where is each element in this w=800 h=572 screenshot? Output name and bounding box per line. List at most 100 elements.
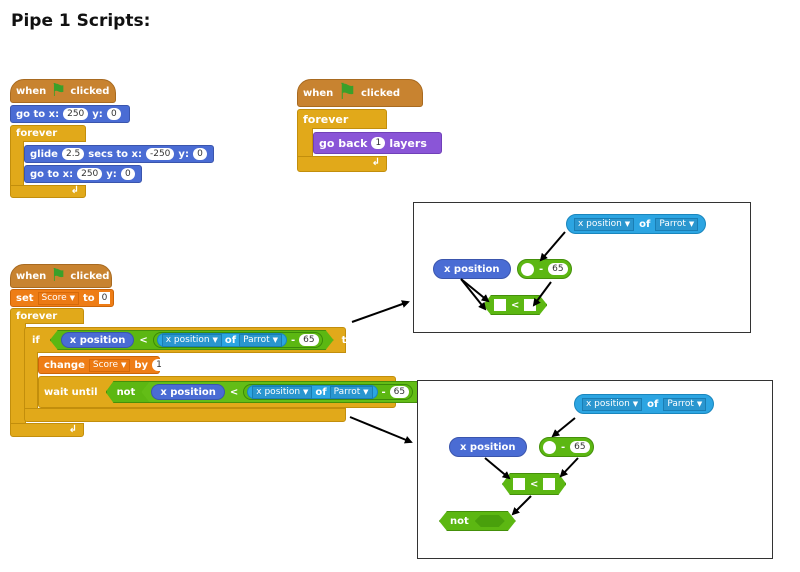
sprite-value: Parrot	[333, 386, 361, 397]
forever-label: forever	[303, 112, 349, 126]
minus-operator[interactable]: - 65	[539, 437, 594, 457]
x-position-reporter[interactable]: x position	[449, 437, 527, 457]
sprite-dropdown[interactable]: Parrot ▼	[239, 334, 282, 347]
wait-until-label: wait until	[44, 386, 98, 398]
when-flag-clicked-hat[interactable]: when ⚑ clicked	[297, 79, 423, 107]
attribute-of-sensing-block[interactable]: x position ▼ of Parrot ▼	[574, 394, 715, 414]
less-than-symbol: <	[229, 386, 239, 398]
value-input[interactable]: 1	[152, 359, 167, 371]
dropdown-arrow-icon: ▼	[688, 219, 695, 228]
if-then-block[interactable]: if x position < x position ▼ of Parrot ▼…	[24, 327, 367, 353]
x-input[interactable]: 250	[63, 108, 89, 120]
y-input[interactable]: 0	[120, 168, 135, 180]
if-bottom	[24, 408, 346, 422]
green-flag-icon: ⚑	[337, 80, 357, 105]
x-position-reporter[interactable]: x position	[433, 259, 511, 279]
when-flag-clicked-hat[interactable]: when ⚑ clicked	[10, 79, 116, 103]
when-label: when	[16, 270, 47, 282]
x-input[interactable]: 250	[77, 168, 103, 180]
y-input[interactable]: 0	[106, 108, 121, 120]
value-input[interactable]: 0	[98, 292, 111, 304]
minus-value-input[interactable]: 65	[390, 386, 409, 398]
empty-number-slot[interactable]	[543, 440, 556, 454]
attribute-dropdown[interactable]: x position ▼	[252, 386, 312, 399]
dropdown-arrow-icon: ▼	[624, 219, 631, 228]
not-operator[interactable]: not x position < x position ▼ of Parrot …	[106, 381, 435, 403]
less-than-symbol: <	[139, 334, 148, 346]
go-to-xy-block-2[interactable]: go to x: 250 y: 0	[24, 165, 142, 183]
attribute-value: x position	[586, 398, 630, 409]
less-than-operator[interactable]: x position < x position ▼ of Parrot ▼ - …	[50, 330, 334, 350]
attribute-of-sensing-block[interactable]: x position ▼ of Parrot ▼	[247, 385, 377, 399]
clicked-label: clicked	[70, 85, 110, 97]
set-label: set	[16, 292, 34, 304]
forever-bottom: ↲	[10, 185, 86, 198]
minus-symbol: -	[381, 386, 386, 398]
minus-value-input[interactable]: 65	[299, 334, 318, 346]
sprite-value: Parrot	[659, 218, 686, 229]
wait-until-block[interactable]: wait until not x position < x position ▼…	[38, 376, 396, 408]
of-label: of	[315, 386, 327, 398]
attribute-of-sensing-block[interactable]: x position ▼ of Parrot ▼	[566, 214, 707, 234]
empty-right-slot[interactable]	[543, 478, 555, 490]
forever-block[interactable]: forever	[10, 125, 86, 142]
sprite-dropdown[interactable]: Parrot ▼	[663, 397, 707, 411]
less-than-symbol: <	[511, 299, 520, 311]
clicked-label: clicked	[361, 87, 401, 99]
sprite-dropdown[interactable]: Parrot ▼	[330, 386, 373, 399]
empty-right-slot[interactable]	[524, 299, 536, 311]
when-flag-clicked-hat[interactable]: when ⚑ clicked	[10, 264, 112, 288]
by-label: by	[134, 359, 149, 371]
empty-boolean-slot[interactable]	[475, 515, 505, 527]
layers-input[interactable]: 1	[371, 137, 386, 149]
forever-block[interactable]: forever	[10, 308, 84, 324]
attribute-dropdown[interactable]: x position ▼	[162, 334, 222, 347]
minus-operator[interactable]: - 65	[517, 259, 572, 279]
sprite-dropdown[interactable]: Parrot ▼	[655, 217, 699, 231]
minus-operator[interactable]: x position ▼ of Parrot ▼ - 65	[153, 332, 323, 348]
go-to-label: go to x:	[16, 108, 60, 120]
less-than-operator[interactable]: x position < x position ▼ of Parrot ▼ - …	[141, 382, 423, 402]
forever-bottom: ↲	[297, 156, 387, 172]
glide-block[interactable]: glide 2.5 secs to x: -250 y: 0	[24, 145, 214, 163]
forever-arm	[297, 128, 313, 158]
forever-arm	[10, 141, 24, 187]
x-position-reporter[interactable]: x position	[61, 332, 135, 348]
attribute-of-sensing-block[interactable]: x position ▼ of Parrot ▼	[157, 333, 287, 347]
set-variable-block[interactable]: set Score ▼ to 0	[10, 289, 114, 307]
less-than-operator[interactable]: <	[502, 473, 566, 495]
minus-operator[interactable]: x position ▼ of Parrot ▼ - 65	[243, 384, 413, 400]
of-label: of	[639, 218, 651, 230]
empty-left-slot[interactable]	[494, 299, 506, 311]
x-position-reporter[interactable]: x position	[151, 384, 225, 400]
dropdown-arrow-icon: ▼	[69, 293, 75, 302]
attribute-dropdown[interactable]: x position ▼	[582, 397, 643, 411]
minus-value-input[interactable]: 65	[570, 441, 590, 453]
go-to-xy-block[interactable]: go to x: 250 y: 0	[10, 105, 130, 123]
go-back-layers-block[interactable]: go back 1 layers	[313, 132, 442, 154]
y-label: y:	[106, 168, 117, 180]
forever-bottom: ↲	[10, 423, 84, 437]
attribute-value: x position	[165, 334, 210, 345]
go-back-label: go back	[319, 136, 368, 150]
y-input[interactable]: 0	[192, 148, 207, 160]
empty-left-slot[interactable]	[513, 478, 525, 490]
minus-symbol: -	[561, 441, 566, 453]
y-label: y:	[92, 108, 103, 120]
secs-input[interactable]: 2.5	[61, 148, 85, 160]
attribute-dropdown[interactable]: x position ▼	[574, 217, 635, 231]
less-than-symbol: <	[530, 478, 539, 490]
not-operator[interactable]: not	[439, 511, 516, 531]
clicked-label: clicked	[70, 270, 110, 282]
x-input[interactable]: -250	[145, 148, 175, 160]
loop-arrow-icon: ↲	[68, 424, 77, 435]
variable-dropdown[interactable]: Score ▼	[88, 358, 131, 372]
empty-number-slot[interactable]	[521, 262, 534, 276]
forever-block[interactable]: forever	[297, 109, 387, 129]
loop-arrow-icon: ↲	[70, 185, 79, 196]
less-than-operator[interactable]: <	[483, 295, 547, 315]
minus-value-input[interactable]: 65	[548, 263, 568, 275]
forever-label: forever	[16, 310, 58, 322]
variable-dropdown[interactable]: Score ▼	[37, 291, 79, 305]
change-variable-block[interactable]: change Score ▼ by 1	[38, 356, 167, 374]
